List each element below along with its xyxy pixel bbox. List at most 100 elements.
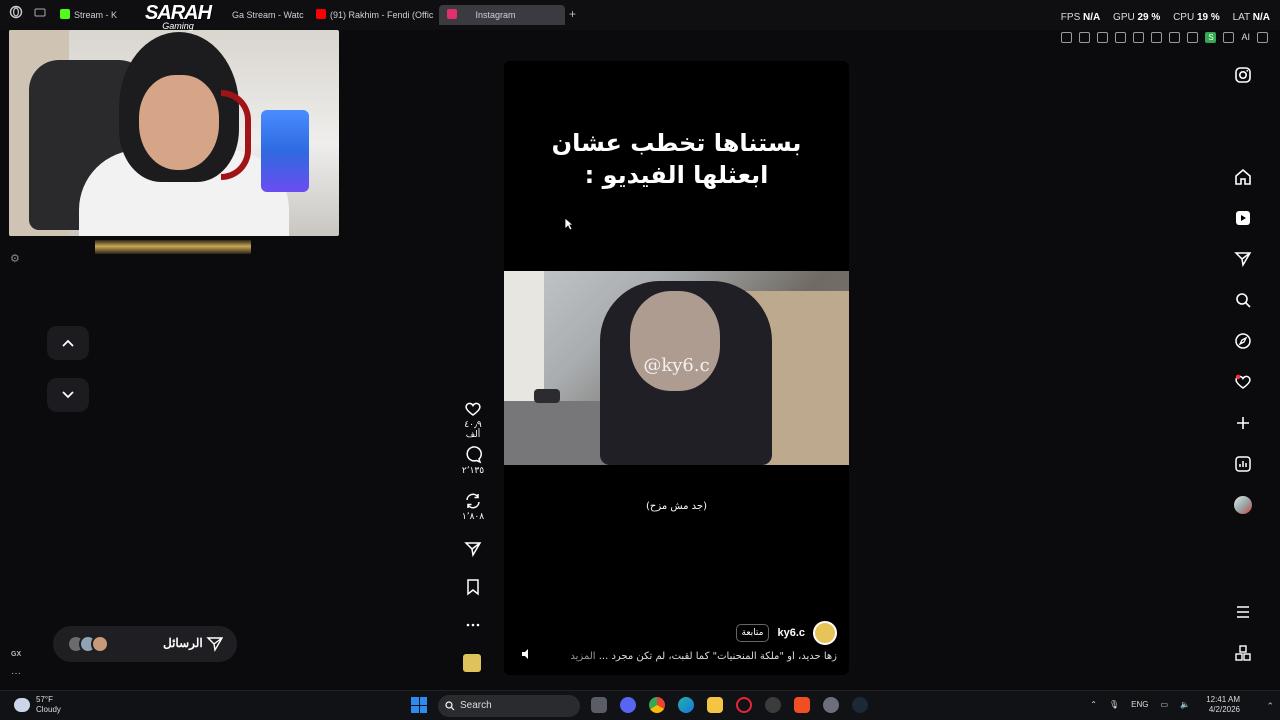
search-icon	[445, 701, 455, 711]
streamer-face	[139, 75, 219, 170]
edge-icon[interactable]	[678, 697, 694, 713]
message-avatars	[67, 635, 109, 653]
home-icon[interactable]	[1231, 165, 1255, 189]
messages-button[interactable]: الرسائل	[53, 626, 237, 662]
save-button[interactable]	[456, 578, 490, 596]
microphone	[261, 110, 309, 192]
send-icon[interactable]	[1231, 247, 1255, 271]
tab-kick-stream[interactable]: Stream - K	[60, 5, 144, 25]
like-button[interactable]: ٤٠٫٩ ألف	[456, 400, 490, 440]
weather-widget[interactable]: 57°F Cloudy	[14, 695, 61, 715]
chevron-up-icon	[62, 339, 74, 347]
zoom-icon[interactable]	[1061, 31, 1073, 43]
avatar	[91, 635, 109, 653]
chevron-down-icon	[62, 391, 74, 399]
windows-taskbar: 57°F Cloudy Search ⌃ 🎙 ENG ▭ 🔈 12:41 AM …	[0, 690, 1280, 720]
shield-icon[interactable]	[1115, 31, 1127, 43]
profile-avatar[interactable]	[1231, 493, 1255, 517]
kick-icon	[60, 9, 70, 19]
taskbar-search[interactable]: Search	[438, 695, 580, 717]
repost-count: ١٬٨٠٨	[461, 512, 485, 522]
tab-instagram[interactable]: Instagram	[439, 5, 565, 25]
follow-button[interactable]: متابعة	[735, 624, 770, 642]
pin-icon[interactable]	[1079, 31, 1091, 43]
reel-subtitle: (جد مش مزح)	[645, 501, 708, 512]
author-username[interactable]: ky6.c	[777, 627, 805, 639]
tab-stream-watch[interactable]: Ga Stream - Watc	[232, 5, 304, 25]
comment-button[interactable]: ٢٬١٣٥	[456, 446, 490, 476]
author-avatar[interactable]	[813, 621, 837, 645]
extension-s-icon[interactable]: S	[1205, 31, 1217, 43]
dashboard-icon[interactable]	[1231, 452, 1255, 476]
clock[interactable]: 12:41 AM 4/2/2026	[1206, 695, 1240, 715]
volume-icon[interactable]: 🔈	[1180, 700, 1190, 709]
previous-reel-button[interactable]	[47, 326, 89, 360]
video-watermark: @ky6.c	[643, 355, 710, 376]
explore-icon[interactable]	[1231, 329, 1255, 353]
search-icon[interactable]	[1231, 288, 1255, 312]
send-icon	[206, 637, 224, 653]
new-tab-button[interactable]: +	[569, 7, 576, 21]
reels-icon[interactable]	[1231, 206, 1255, 230]
tab-youtube[interactable]: (91) Rakhim - Fendi (Offic	[316, 5, 434, 25]
file-explorer-icon[interactable]	[707, 697, 723, 713]
heart-icon	[465, 402, 481, 416]
ai-button[interactable]: AI	[1241, 32, 1250, 42]
app-icon[interactable]	[765, 697, 781, 713]
bookmark-icon	[467, 579, 479, 596]
tab-overview-icon[interactable]	[34, 5, 48, 25]
sound-icon[interactable]	[520, 647, 534, 661]
repost-button[interactable]: ١٬٨٠٨	[456, 492, 490, 522]
menu-icon[interactable]	[1231, 600, 1255, 624]
microphone-icon[interactable]: 🎙	[1109, 700, 1119, 709]
reel-video[interactable]: @ky6.c	[504, 271, 849, 465]
reel-player[interactable]: بستناها تخطب عشان ابعثلها الفيديو : @ky6…	[504, 61, 849, 675]
translate-icon[interactable]	[1133, 31, 1145, 43]
like-count: ٤٠٫٩ ألف	[464, 420, 482, 440]
send-icon	[464, 542, 482, 558]
language-indicator[interactable]: ENG	[1131, 700, 1148, 709]
more-options-button[interactable]	[456, 616, 490, 634]
share-button[interactable]	[456, 540, 490, 558]
network-icon[interactable]: ▭	[1160, 700, 1168, 709]
extensions-icon[interactable]	[1187, 31, 1199, 43]
more-icon[interactable]: ···	[11, 668, 21, 679]
comment-icon	[466, 446, 482, 464]
settings-icon[interactable]	[823, 697, 839, 713]
instagram-icon[interactable]	[1231, 63, 1255, 87]
messages-label: الرسائل	[163, 636, 203, 650]
heart-icon[interactable]	[1169, 31, 1181, 43]
webcam-overlay	[9, 30, 339, 236]
audio-thumbnail[interactable]	[463, 654, 481, 672]
brave-icon[interactable]	[794, 697, 810, 713]
repost-icon	[466, 493, 480, 509]
settings-gear-icon[interactable]: ⚙	[10, 252, 20, 265]
windows-start-icon[interactable]	[411, 697, 427, 713]
apps-icon[interactable]	[1231, 641, 1255, 665]
next-reel-button[interactable]	[47, 378, 89, 412]
comment-count: ٢٬١٣٥	[461, 466, 485, 476]
more-link[interactable]: المزيد	[570, 651, 595, 662]
reel-description: زها حديد، أو "ملكة المنحنيات" كما لُقبت،…	[570, 651, 837, 662]
youtube-icon	[316, 9, 326, 19]
notifications-icon[interactable]	[1231, 370, 1255, 394]
chevron-up-icon[interactable]: ⌃	[1266, 701, 1274, 712]
mouse-cursor-icon	[564, 217, 574, 231]
opera-gx-menu-icon[interactable]	[9, 5, 25, 25]
steam-icon[interactable]	[852, 697, 868, 713]
opera-gx-icon[interactable]	[736, 697, 752, 713]
chevron-up-icon[interactable]: ⌃	[1090, 700, 1097, 709]
chrome-icon[interactable]	[649, 697, 665, 713]
browser-toolbar: S AI	[1061, 30, 1268, 44]
cloud-icon	[14, 698, 30, 712]
streamer-logo: SARAH Gaming	[144, 2, 212, 31]
easy-setup-icon[interactable]	[1257, 31, 1268, 43]
discord-icon[interactable]	[620, 697, 636, 713]
task-view-icon[interactable]	[591, 697, 607, 713]
play-icon[interactable]	[1151, 31, 1163, 43]
download-icon[interactable]	[1223, 31, 1235, 43]
snapshot-icon[interactable]	[1097, 31, 1109, 43]
reel-title: بستناها تخطب عشان ابعثلها الفيديو :	[551, 129, 802, 189]
create-icon[interactable]	[1231, 411, 1255, 435]
performance-stats: FPS N/A GPU 29 % CPU 19 % LAT N/A	[1060, 12, 1270, 23]
